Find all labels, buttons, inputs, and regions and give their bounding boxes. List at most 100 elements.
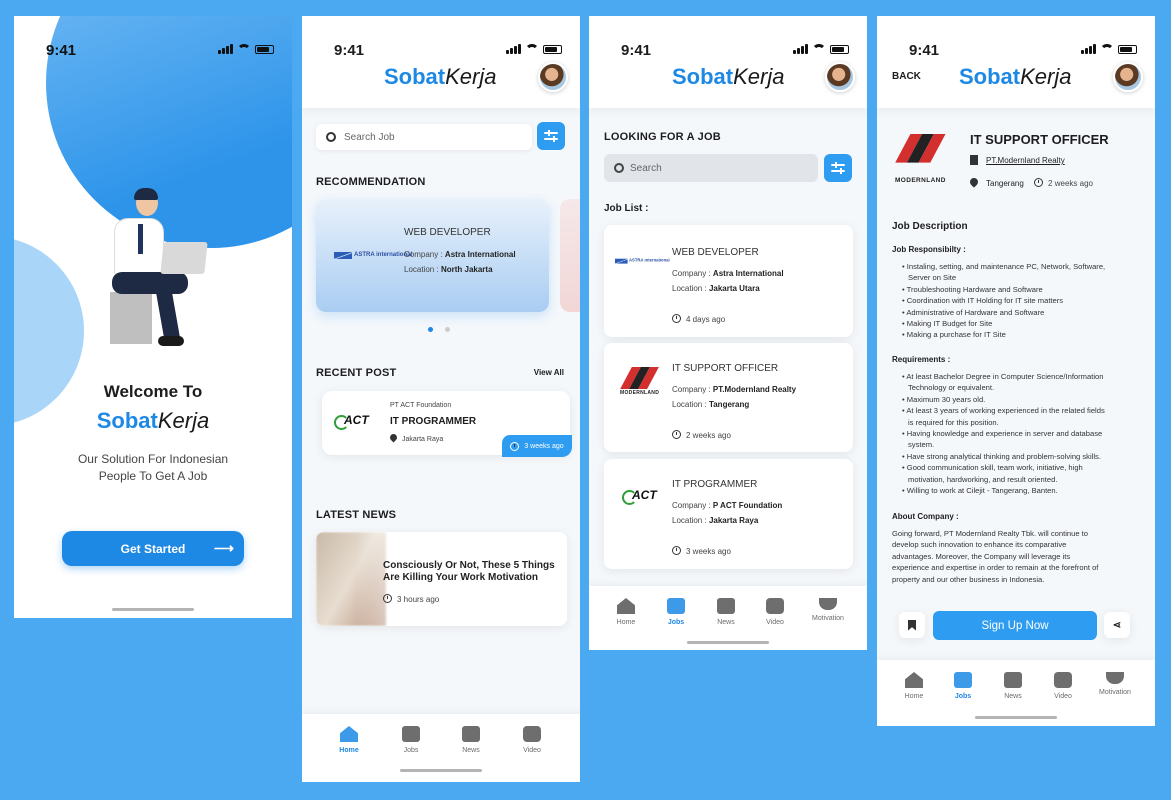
age-badge: 3 weeks ago [502, 435, 572, 457]
tab-bar: Home Jobs News Video Motivation [589, 586, 867, 650]
tab-motivation[interactable]: Motivation [803, 594, 853, 622]
newspaper-icon [1004, 672, 1022, 688]
job-title: IT PROGRAMMER [672, 479, 758, 490]
app-logo: SobatKerja [959, 64, 1071, 90]
coffee-cup-icon [1106, 672, 1124, 684]
recent-job-title: IT PROGRAMMER [390, 416, 477, 427]
sign-up-label: Sign Up Now [981, 619, 1049, 632]
search-input[interactable]: Search Job [316, 124, 532, 150]
signal-icon [218, 44, 233, 54]
tab-news[interactable]: News [446, 726, 496, 754]
search-placeholder: Search Job [344, 131, 395, 143]
brand-secondary: Kerja [733, 64, 785, 89]
job-list-title: Job List : [604, 203, 649, 214]
job-card[interactable]: ACT IT PROGRAMMER Company : P ACT Founda… [604, 459, 853, 569]
tab-video[interactable]: Video [1038, 672, 1088, 700]
news-card[interactable]: Consciously Or Not, These 5 Things Are K… [316, 532, 567, 626]
tab-jobs[interactable]: Jobs [938, 672, 988, 700]
list-item: • Having knowledge and experience in ser… [902, 429, 1103, 439]
clock-icon [672, 314, 681, 323]
avatar[interactable] [825, 62, 855, 92]
bookmark-button[interactable] [899, 612, 925, 638]
tab-jobs[interactable]: Jobs [386, 726, 436, 754]
newspaper-icon [717, 598, 735, 614]
act-logo: ACT [334, 413, 369, 430]
brand-secondary: Kerja [157, 408, 210, 433]
job-card[interactable]: MODERNLAND IT SUPPORT OFFICER Company : … [604, 343, 853, 452]
recent-location: Jakarta Raya [388, 432, 443, 443]
job-card[interactable]: ASTRA international WEB DEVELOPER Compan… [604, 225, 853, 337]
search-icon [326, 132, 336, 142]
act-logo: ACT [622, 488, 657, 505]
home-icon [340, 726, 358, 742]
job-age: 4 days ago [672, 314, 725, 324]
recent-post-card[interactable]: ACT PT ACT Foundation IT PROGRAMMER Jaka… [322, 391, 572, 457]
latest-news-title: LATEST NEWS [316, 509, 397, 521]
recommendation-title: RECOMMENDATION [316, 176, 426, 188]
share-button[interactable]: ⋖ [1104, 612, 1130, 638]
clock-icon [1034, 178, 1044, 187]
back-button[interactable]: BACK [892, 71, 921, 82]
list-item: Server on Site [908, 273, 957, 283]
tab-video[interactable]: Video [507, 726, 557, 754]
briefcase-icon [667, 598, 685, 614]
get-started-button[interactable]: Get Started ⟶ [62, 531, 244, 566]
rec-location: Location : North Jakarta [404, 265, 493, 274]
filter-button[interactable] [537, 122, 565, 150]
clock-icon [383, 594, 392, 603]
job-company: Company : Astra International [672, 269, 784, 278]
app-logo: SobatKerja [384, 64, 496, 90]
dot-active[interactable] [428, 327, 433, 332]
recommendation-card[interactable]: ASTRA international WEB DEVELOPER Compan… [316, 199, 549, 312]
tab-news[interactable]: News [988, 672, 1038, 700]
avatar[interactable] [538, 62, 568, 92]
search-input[interactable]: Search [604, 154, 818, 182]
list-item: • Making a purchase for IT Site [902, 330, 1006, 340]
coffee-cup-icon [819, 598, 837, 610]
filter-button[interactable] [824, 154, 852, 182]
list-item: • Administrative of Hardware and Softwar… [902, 307, 1045, 317]
location-pin-icon [388, 432, 399, 443]
jobs-screen: 9:41 SobatKerja LOOKING FOR A JOB Search… [589, 16, 867, 650]
tab-jobs[interactable]: Jobs [651, 598, 701, 626]
briefcase-icon [402, 726, 420, 742]
tab-video[interactable]: Video [750, 598, 800, 626]
about-company-title: About Company : [892, 512, 959, 521]
view-all-link[interactable]: View All [534, 368, 564, 377]
clock-icon [672, 546, 681, 555]
job-description-title: Job Description [892, 221, 968, 232]
wifi-icon [525, 44, 539, 54]
tab-home[interactable]: Home [324, 726, 374, 754]
welcome-screen: 9:41 Welcome To SobatKerja Our Solution … [14, 16, 292, 618]
battery-icon [543, 44, 562, 54]
signal-icon [506, 44, 521, 54]
tab-news[interactable]: News [701, 598, 751, 626]
list-item: • Maximum 30 years old. [902, 394, 986, 404]
brand-primary: Sobat [384, 64, 446, 89]
wifi-icon [812, 44, 826, 54]
detail-company[interactable]: PT.Modernland Realty [970, 155, 1065, 165]
arrow-right-icon: ⟶ [213, 540, 234, 556]
status-icons [218, 44, 274, 54]
clock-icon [672, 430, 681, 439]
rec-company: Company : Astra International [404, 250, 516, 259]
tab-home[interactable]: Home [601, 598, 651, 626]
status-time: 9:41 [621, 42, 652, 59]
sign-up-button[interactable]: Sign Up Now [933, 611, 1097, 640]
battery-icon [830, 44, 849, 54]
tab-motivation[interactable]: Motivation [1090, 668, 1140, 696]
tab-home[interactable]: Home [889, 672, 939, 700]
welcome-brand: SobatKerja [14, 408, 292, 434]
home-indicator [687, 641, 769, 644]
list-item: Technology or equivalent. [908, 383, 995, 393]
recent-company: PT ACT Foundation [390, 402, 452, 409]
recommendation-card-next[interactable] [560, 199, 580, 312]
home-indicator [400, 769, 482, 772]
avatar[interactable] [1113, 62, 1143, 92]
job-age: 2 weeks ago [672, 430, 731, 440]
list-item: • Troubleshooting Hardware and Software [902, 284, 1043, 294]
video-icon [1054, 672, 1072, 688]
tab-bar: Home Jobs News Video Motivation [877, 660, 1155, 726]
share-icon: ⋖ [1112, 619, 1122, 631]
dot[interactable] [445, 327, 450, 332]
